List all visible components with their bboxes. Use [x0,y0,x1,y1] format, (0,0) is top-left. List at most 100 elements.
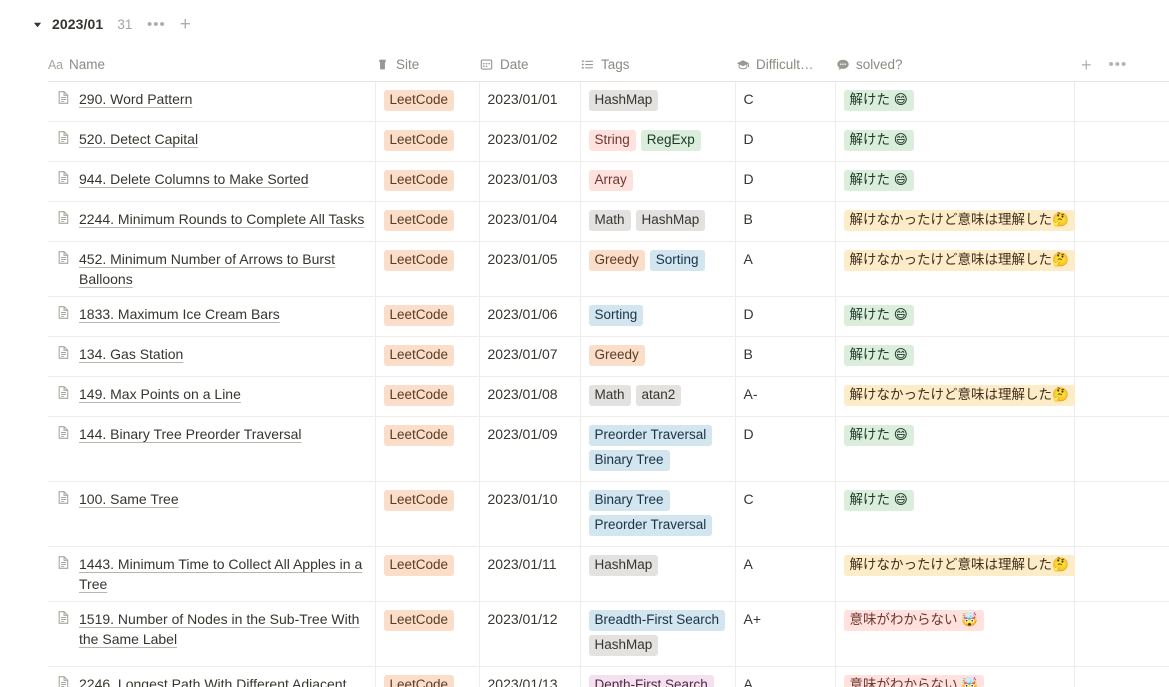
table-row[interactable]: 290. Word Pattern LeetCode 2023/01/01 HashM… [48,81,1169,122]
row-title-link[interactable]: 1833. Maximum Ice Cream Bars [79,306,280,322]
cell-site[interactable]: LeetCode [375,546,480,602]
cell-solved[interactable]: 意味がわからない 🤯 [835,601,1075,667]
group-title[interactable]: 2023/01 [52,16,103,32]
cell-tags[interactable]: Sorting [580,296,736,337]
cell-tags[interactable]: Math atan2 [580,376,736,417]
cell-tags[interactable]: Preorder Traversal Binary Tree [580,416,736,482]
row-title-link[interactable]: 1519. Number of Nodes in the Sub-Tree Wi… [79,611,359,647]
cell-difficulty[interactable]: D [735,416,836,482]
cell-name[interactable]: 134. Gas Station [48,336,376,377]
cell-tags[interactable]: Depth-First Search [580,666,736,687]
cell-solved[interactable]: 解けた 😄 [835,161,1075,202]
table-row[interactable]: 2244. Minimum Rounds to Complete All Tas… [48,201,1169,242]
cell-tags[interactable]: Breadth-First Search HashMap [580,601,736,667]
cell-date[interactable]: 2023/01/09 [479,416,581,482]
cell-date[interactable]: 2023/01/10 [479,481,581,547]
cell-solved[interactable]: 解けた 😄 [835,336,1075,377]
cell-difficulty[interactable]: D [735,296,836,337]
cell-name[interactable]: 2246. Longest Path With Different Adjace… [48,666,376,687]
cell-date[interactable]: 2023/01/04 [479,201,581,242]
row-title-link[interactable]: 2246. Longest Path With Different Adjace… [79,676,346,687]
cell-site[interactable]: LeetCode [375,241,480,297]
cell-site[interactable]: LeetCode [375,481,480,547]
cell-name[interactable]: 149. Max Points on a Line [48,376,376,417]
cell-solved[interactable]: 解けた 😄 [835,481,1075,547]
cell-difficulty[interactable]: B [735,336,836,377]
cell-date[interactable]: 2023/01/02 [479,121,581,162]
table-row[interactable]: 520. Detect Capital LeetCode 2023/01/02 Str… [48,121,1169,162]
cell-tags[interactable]: Greedy Sorting [580,241,736,297]
cell-tags[interactable]: Binary Tree Preorder Traversal [580,481,736,547]
table-row[interactable]: 134. Gas Station LeetCode 2023/01/07 Greedy… [48,336,1169,377]
cell-difficulty[interactable]: A [735,241,836,297]
cell-difficulty[interactable]: A- [735,376,836,417]
cell-date[interactable]: 2023/01/07 [479,336,581,377]
cell-date[interactable]: 2023/01/05 [479,241,581,297]
cell-difficulty[interactable]: B [735,201,836,242]
cell-tags[interactable]: Greedy [580,336,736,377]
row-title-link[interactable]: 1443. Minimum Time to Collect All Apples… [79,556,362,592]
row-title-link[interactable]: 100. Same Tree [79,491,179,507]
table-row[interactable]: 144. Binary Tree Preorder Traversal LeetC… [48,416,1169,482]
cell-difficulty[interactable]: A [735,546,836,602]
column-header-site[interactable]: Site [375,48,479,82]
cell-date[interactable]: 2023/01/03 [479,161,581,202]
row-title-link[interactable]: 2244. Minimum Rounds to Complete All Tas… [79,211,364,227]
column-header-name[interactable]: Aa Name [48,48,375,82]
row-title-link[interactable]: 149. Max Points on a Line [79,386,241,402]
row-title-link[interactable]: 944. Delete Columns to Make Sorted [79,171,309,187]
cell-site[interactable]: LeetCode [375,666,480,687]
cell-name[interactable]: 1443. Minimum Time to Collect All Apples… [48,546,376,602]
cell-date[interactable]: 2023/01/01 [479,81,581,122]
cell-site[interactable]: LeetCode [375,121,480,162]
table-row[interactable]: 452. Minimum Number of Arrows to Burst B… [48,241,1169,297]
cell-solved[interactable]: 意味がわからない 🤯 [835,666,1075,687]
cell-name[interactable]: 520. Detect Capital [48,121,376,162]
table-row[interactable]: 1519. Number of Nodes in the Sub-Tree Wi… [48,601,1169,667]
cell-name[interactable]: 2244. Minimum Rounds to Complete All Tas… [48,201,376,242]
cell-solved[interactable]: 解けた 😄 [835,81,1075,122]
table-row[interactable]: 1443. Minimum Time to Collect All Apples… [48,546,1169,602]
cell-tags[interactable]: Math HashMap [580,201,736,242]
cell-tags[interactable]: HashMap [580,546,736,602]
cell-site[interactable]: LeetCode [375,601,480,667]
table-row[interactable]: 944. Delete Columns to Make Sorted LeetCo… [48,161,1169,202]
cell-name[interactable]: 144. Binary Tree Preorder Traversal [48,416,376,482]
table-row[interactable]: 2246. Longest Path With Different Adjace… [48,666,1169,687]
group-more-options-icon[interactable]: ••• [147,15,165,33]
cell-solved[interactable]: 解けた 😄 [835,121,1075,162]
cell-date[interactable]: 2023/01/12 [479,601,581,667]
table-row[interactable]: 1833. Maximum Ice Cream Bars LeetCode 2023… [48,296,1169,337]
cell-solved[interactable]: 解けた 😄 [835,416,1075,482]
triangle-down-icon[interactable] [31,18,43,30]
cell-difficulty[interactable]: C [735,481,836,547]
cell-site[interactable]: LeetCode [375,336,480,377]
cell-solved[interactable]: 解けなかったけど意味は理解した🤔 [835,546,1075,602]
cell-name[interactable]: 290. Word Pattern [48,81,376,122]
cell-site[interactable]: LeetCode [375,416,480,482]
cell-difficulty[interactable]: D [735,121,836,162]
cell-date[interactable]: 2023/01/08 [479,376,581,417]
cell-site[interactable]: LeetCode [375,81,480,122]
cell-name[interactable]: 100. Same Tree [48,481,376,547]
cell-site[interactable]: LeetCode [375,296,480,337]
cell-solved[interactable]: 解けなかったけど意味は理解した🤔 [835,201,1075,242]
column-header-date[interactable]: Date [479,48,580,82]
cell-difficulty[interactable]: A [735,666,836,687]
cell-tags[interactable]: HashMap [580,81,736,122]
column-header-tags[interactable]: Tags [580,48,735,82]
table-row[interactable]: 149. Max Points on a Line LeetCode 2023/01… [48,376,1169,417]
cell-date[interactable]: 2023/01/13 [479,666,581,687]
cell-date[interactable]: 2023/01/06 [479,296,581,337]
cell-name[interactable]: 1833. Maximum Ice Cream Bars [48,296,376,337]
add-property-icon[interactable]: + [1081,56,1092,74]
cell-tags[interactable]: String RegExp [580,121,736,162]
table-row[interactable]: 100. Same Tree LeetCode 2023/01/10 Binary T… [48,481,1169,547]
column-header-difficulty[interactable]: Difficult… [735,48,835,82]
table-more-options-icon[interactable]: ••• [1109,57,1128,72]
cell-name[interactable]: 944. Delete Columns to Make Sorted [48,161,376,202]
column-header-solved[interactable]: solved? [835,48,1074,82]
cell-name[interactable]: 1519. Number of Nodes in the Sub-Tree Wi… [48,601,376,667]
cell-tags[interactable]: Array [580,161,736,202]
cell-difficulty[interactable]: D [735,161,836,202]
